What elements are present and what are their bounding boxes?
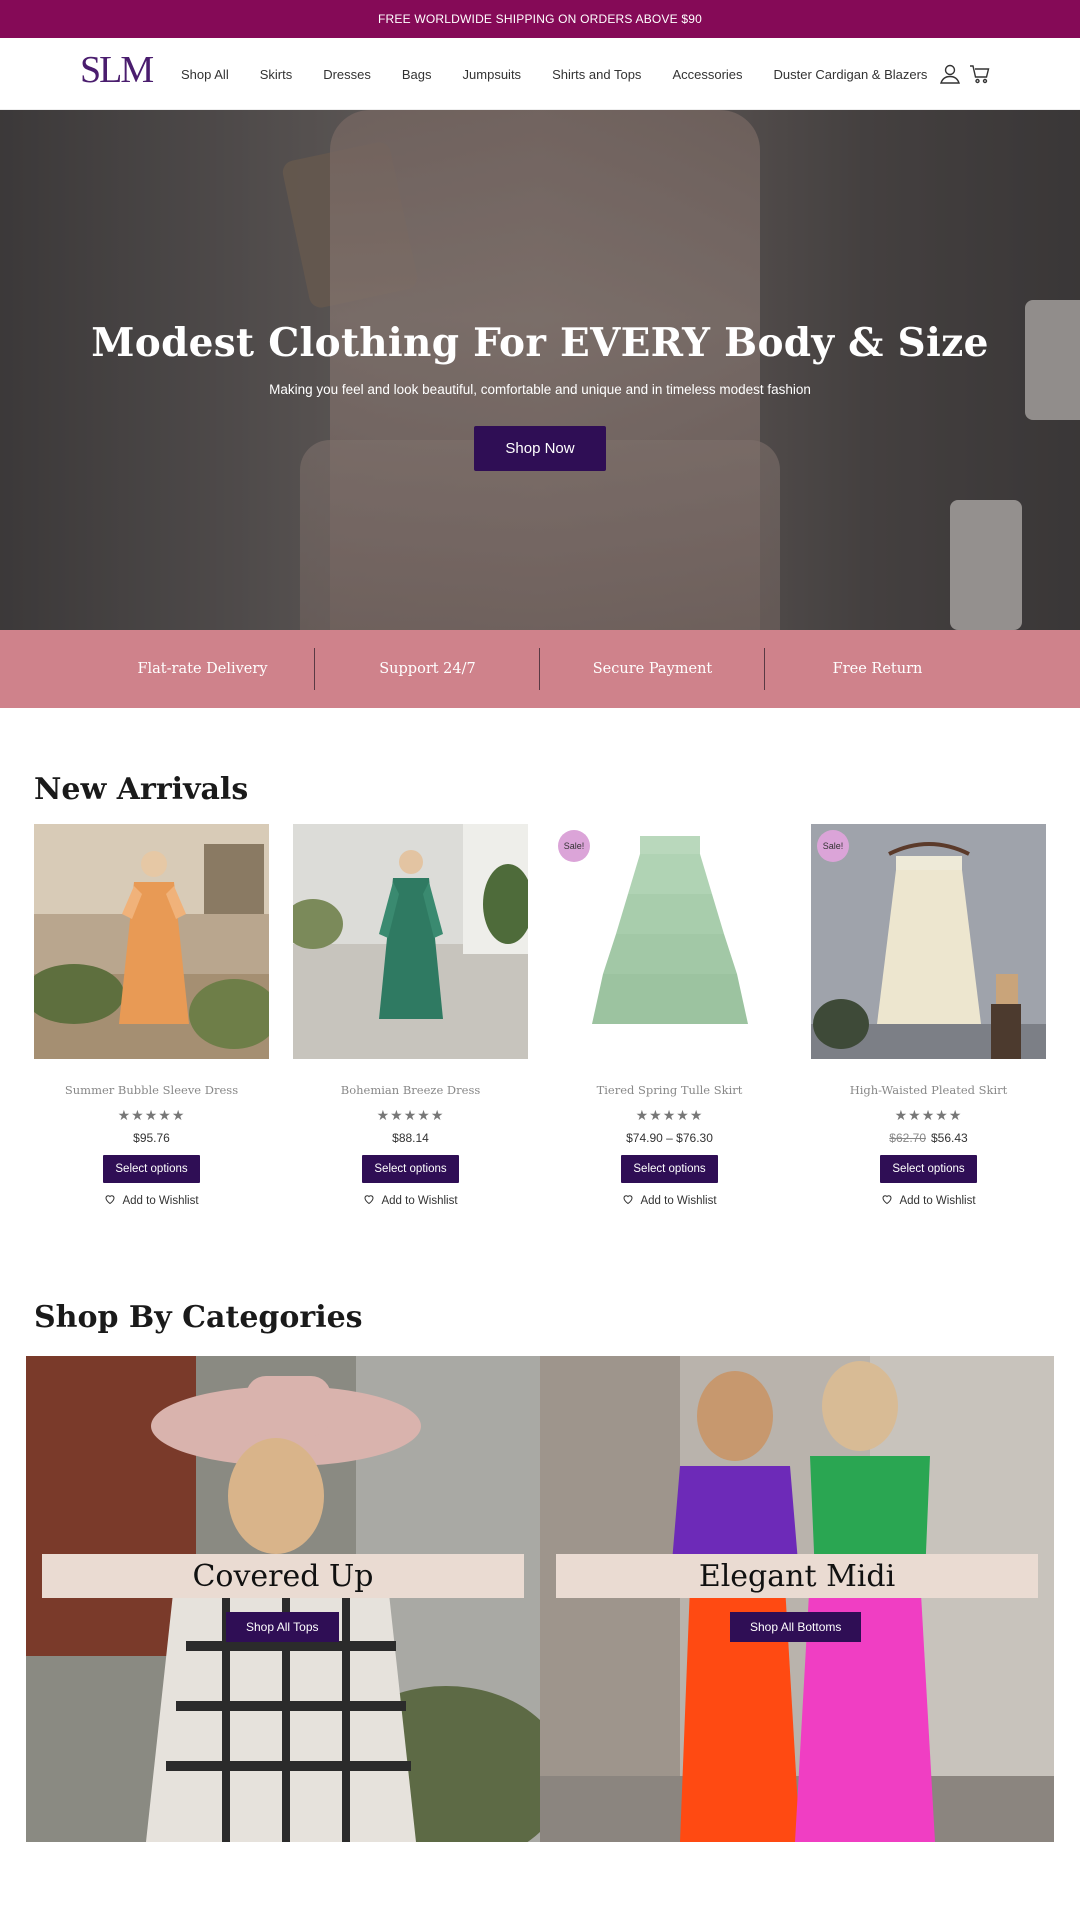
shipping-banner: FREE WORLDWIDE SHIPPING ON ORDERS ABOVE … (0, 0, 1080, 38)
heart-icon (622, 1193, 634, 1208)
hero-subtitle: Making you feel and look beautiful, comf… (269, 382, 811, 397)
features-padding (0, 630, 90, 708)
feature-support: Support 24/7 (315, 630, 540, 708)
user-icon[interactable] (938, 62, 962, 86)
select-options-button[interactable]: Select options (362, 1155, 459, 1183)
wishlist-label: Add to Wishlist (122, 1194, 199, 1207)
feature-label: Secure Payment (592, 661, 713, 677)
nav-item-duster-cardigan-blazers[interactable]: Duster Cardigan & Blazers (774, 67, 928, 82)
sale-badge: Sale! (558, 830, 590, 862)
category-card-tops[interactable]: Covered Up Shop All Tops (26, 1356, 540, 1842)
rating-stars: ★★★★★ (117, 1107, 186, 1123)
shop-now-button[interactable]: Shop Now (474, 426, 606, 471)
category-image-bottoms (540, 1356, 1054, 1842)
nav-item-shop-all[interactable]: Shop All (181, 67, 229, 82)
new-arrivals-title: New Arrivals (34, 772, 249, 807)
product-name[interactable]: High-Waisted Pleated Skirt (811, 1083, 1046, 1097)
wishlist-label: Add to Wishlist (899, 1194, 976, 1207)
product-name[interactable]: Summer Bubble Sleeve Dress (34, 1083, 269, 1097)
category-label: Elegant Midi (556, 1554, 1038, 1598)
product-card: Summer Bubble Sleeve Dress ★★★★★ $95.76 … (34, 824, 269, 1208)
price-value: $56.43 (931, 1131, 968, 1145)
feature-label: Flat-rate Delivery (137, 661, 268, 677)
features-strip: Flat-rate Delivery Support 24/7 Secure P… (0, 630, 1080, 708)
product-price: $88.14 (293, 1131, 528, 1145)
nav-item-skirts[interactable]: Skirts (260, 67, 293, 82)
heart-icon (881, 1193, 893, 1208)
product-image[interactable]: Sale! (811, 824, 1046, 1059)
product-price: $62.70 $56.43 (811, 1131, 1046, 1145)
product-image[interactable] (293, 824, 528, 1059)
product-image[interactable] (34, 824, 269, 1059)
price-value: $88.14 (392, 1131, 429, 1145)
hero-overlay (0, 110, 1080, 630)
product-card: Sale! Tiered Spring Tulle Skirt ★★★★★ $7… (552, 824, 787, 1208)
shipping-banner-text: FREE WORLDWIDE SHIPPING ON ORDERS ABOVE … (378, 12, 702, 26)
product-image[interactable]: Sale! (552, 824, 787, 1059)
category-label: Covered Up (42, 1554, 524, 1598)
product-name[interactable]: Tiered Spring Tulle Skirt (552, 1083, 787, 1097)
product-price: $95.76 (34, 1131, 269, 1145)
logo[interactable]: SLM (80, 50, 156, 94)
select-options-button[interactable]: Select options (880, 1155, 977, 1183)
feature-label: Support 24/7 (379, 661, 476, 677)
add-to-wishlist[interactable]: Add to Wishlist (293, 1193, 528, 1208)
shop-all-bottoms-button[interactable]: Shop All Bottoms (730, 1612, 862, 1642)
heart-icon (104, 1193, 116, 1208)
add-to-wishlist[interactable]: Add to Wishlist (34, 1193, 269, 1208)
nav-item-dresses[interactable]: Dresses (323, 67, 371, 82)
categories-title: Shop By Categories (34, 1300, 363, 1335)
hero-banner: Modest Clothing For EVERY Body & Size Ma… (0, 110, 1080, 630)
shop-all-tops-button[interactable]: Shop All Tops (226, 1612, 339, 1642)
nav-item-shirts-and-tops[interactable]: Shirts and Tops (552, 67, 641, 82)
nav-item-bags[interactable]: Bags (402, 67, 432, 82)
old-price: $62.70 (889, 1131, 926, 1145)
product-price: $74.90 – $76.30 (552, 1131, 787, 1145)
sale-badge: Sale! (817, 830, 849, 862)
price-value: $74.90 – $76.30 (626, 1131, 713, 1145)
site-header: SLM Shop All Skirts Dresses Bags Jumpsui… (0, 38, 1080, 110)
rating-stars: ★★★★★ (894, 1107, 963, 1123)
heart-icon (363, 1193, 375, 1208)
category-image-tops (26, 1356, 540, 1842)
logo-mark: SLM (80, 49, 154, 91)
main-nav: Shop All Skirts Dresses Bags Jumpsuits S… (181, 38, 958, 110)
add-to-wishlist[interactable]: Add to Wishlist (552, 1193, 787, 1208)
nav-item-jumpsuits[interactable]: Jumpsuits (463, 67, 522, 82)
rating-stars: ★★★★★ (635, 1107, 704, 1123)
feature-secure-payment: Secure Payment (540, 630, 765, 708)
cart-icon[interactable] (968, 62, 992, 86)
wishlist-label: Add to Wishlist (381, 1194, 458, 1207)
product-name[interactable]: Bohemian Breeze Dress (293, 1083, 528, 1097)
feature-flat-rate-delivery: Flat-rate Delivery (90, 630, 315, 708)
price-value: $95.76 (133, 1131, 170, 1145)
product-card: Sale! High-Waisted Pleated Skirt ★★★★★ $… (811, 824, 1046, 1208)
select-options-button[interactable]: Select options (103, 1155, 200, 1183)
wishlist-label: Add to Wishlist (640, 1194, 717, 1207)
add-to-wishlist[interactable]: Add to Wishlist (811, 1193, 1046, 1208)
hero-title: Modest Clothing For EVERY Body & Size (91, 320, 989, 366)
category-card-bottoms[interactable]: Elegant Midi Shop All Bottoms (540, 1356, 1054, 1842)
rating-stars: ★★★★★ (376, 1107, 445, 1123)
feature-label: Free Return (832, 661, 923, 677)
select-options-button[interactable]: Select options (621, 1155, 718, 1183)
product-card: Bohemian Breeze Dress ★★★★★ $88.14 Selec… (293, 824, 528, 1208)
nav-item-accessories[interactable]: Accessories (672, 67, 742, 82)
feature-free-return: Free Return (765, 630, 990, 708)
